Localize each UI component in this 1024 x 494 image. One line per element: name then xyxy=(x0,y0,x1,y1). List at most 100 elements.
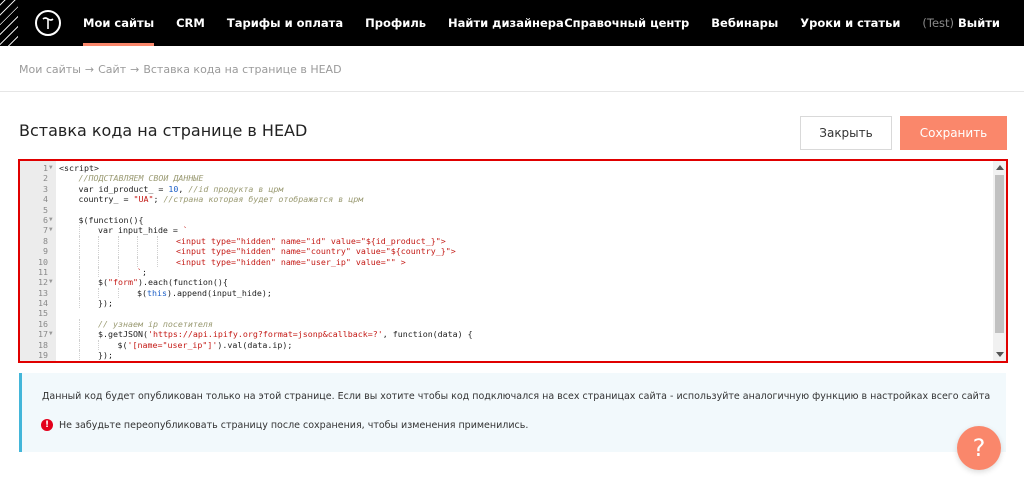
indent-guide xyxy=(117,287,119,299)
nav-help-center[interactable]: Справочный центр xyxy=(564,0,689,46)
indent-guide xyxy=(98,266,99,278)
code-line[interactable]: 12 ▼ $("form").each(function(){ xyxy=(20,277,992,288)
code-text: $(this).append(input_hide); xyxy=(137,288,272,298)
indent-guide xyxy=(78,350,80,361)
help-button[interactable]: ? xyxy=(957,426,1001,470)
code-line[interactable]: 6 ▼ $(function(){ xyxy=(20,215,992,225)
indent-guide xyxy=(137,235,138,247)
code-line[interactable]: 3 var id_product_ = 10, //id продукта в ц… xyxy=(20,184,992,194)
scroll-down-icon[interactable] xyxy=(996,352,1004,357)
indent-guide xyxy=(78,225,80,236)
line-number: 2 xyxy=(43,173,48,184)
nav-logout[interactable]: (Test) Выйти xyxy=(922,0,1000,46)
nav-profile[interactable]: Профиль xyxy=(365,0,426,46)
code-token: ).val(data.ip); xyxy=(217,339,293,350)
indent-guide xyxy=(137,246,138,257)
indent-guide xyxy=(98,339,99,351)
nav-webinars[interactable]: Вебинары xyxy=(711,0,778,46)
indent-guide xyxy=(98,256,99,267)
code-line[interactable]: 14}); xyxy=(20,298,992,309)
indent-guide xyxy=(78,246,80,257)
breadcrumb-separator: → xyxy=(84,63,95,76)
fold-arrow-icon[interactable]: ▼ xyxy=(49,277,53,287)
indent-guide xyxy=(156,256,158,267)
code-line[interactable]: 19}); xyxy=(20,350,992,361)
indent-guide xyxy=(78,318,80,330)
line-number: 15 xyxy=(38,308,48,319)
nav-my-sites[interactable]: Мои сайты xyxy=(83,0,155,46)
code-line[interactable]: 8 <input type="hidden" name="id" value="$… xyxy=(20,235,992,247)
code-token: //id продукта в црм xyxy=(188,183,284,194)
code-line[interactable]: 7 ▼ var input_hide = ` xyxy=(20,225,992,236)
code-line[interactable]: 17 ▼ $.getJSON('https://api.ipify.org?form… xyxy=(20,329,992,340)
code-token: var input_hide = xyxy=(98,225,183,236)
code-line[interactable]: 5 xyxy=(20,205,992,215)
code-line[interactable]: 15 xyxy=(20,308,992,318)
code-line[interactable]: 16 // узнаем ip посетителя xyxy=(20,318,992,330)
indent-guide xyxy=(117,246,119,257)
code-token: , function(data) { xyxy=(382,329,473,340)
code-token: '[name="user_ip"]' xyxy=(127,339,218,350)
fold-arrow-icon[interactable]: ▼ xyxy=(49,329,53,339)
code-line[interactable]: 1 ▼ <script> xyxy=(20,163,992,173)
code-text: <script> xyxy=(59,163,99,173)
code-token: }); xyxy=(98,350,113,361)
nav-lessons[interactable]: Уроки и статьи xyxy=(800,0,900,46)
code-text: var input_hide = ` xyxy=(98,225,188,235)
warning-icon: ! xyxy=(41,419,53,431)
code-line[interactable]: 2 //ПОДСТАВЛЯЕМ СВОИ ДАННЫЕ xyxy=(20,173,992,183)
indent-guide xyxy=(78,329,80,340)
editor-scrollbar[interactable] xyxy=(993,161,1006,361)
code-token: //ПОДСТАВЛЯЕМ СВОИ ДАННЫЕ xyxy=(78,173,204,184)
code-text: `; xyxy=(137,267,147,277)
code-token: ` xyxy=(182,225,188,236)
tilda-logo-icon[interactable] xyxy=(35,10,61,36)
nav-tariffs[interactable]: Тарифы и оплата xyxy=(227,0,343,46)
breadcrumb-site[interactable]: Сайт xyxy=(98,63,126,76)
indent-guide xyxy=(117,266,119,278)
scroll-up-icon[interactable] xyxy=(996,165,1004,170)
fold-arrow-icon[interactable]: ▼ xyxy=(49,215,53,225)
code-text: // узнаем ip посетителя xyxy=(98,319,213,329)
indent-guide xyxy=(78,287,80,299)
code-token: <input type="hidden" name="id" value="${… xyxy=(176,235,446,246)
line-number: 14 xyxy=(38,298,48,309)
code-editor[interactable]: 1 ▼ <script> 2//ПОДСТАВЛЯЕМ СВОИ ДАННЫЕ 3 var… xyxy=(18,159,1008,363)
code-text: $(function(){ xyxy=(79,215,144,225)
code-line[interactable]: 18 $('[name="user_ip"]').val(data.ip); xyxy=(20,339,992,351)
nav-crm[interactable]: CRM xyxy=(176,0,205,46)
logo-glyph-icon xyxy=(42,17,54,29)
indent-guide xyxy=(78,277,80,288)
code-text: //ПОДСТАВЛЯЕМ СВОИ ДАННЫЕ xyxy=(79,173,204,183)
code-token: $( xyxy=(117,339,128,350)
fold-arrow-icon[interactable]: ▼ xyxy=(49,163,53,173)
code-text: $.getJSON('https://api.ipify.org?format=… xyxy=(98,329,473,339)
code-token: $( xyxy=(98,277,108,288)
code-token: $.getJSON( xyxy=(98,329,148,340)
line-number: 10 xyxy=(38,256,48,267)
code-line[interactable]: 11 `; xyxy=(20,266,992,278)
breadcrumb-my-sites[interactable]: Мои сайты xyxy=(19,63,81,76)
code-line[interactable]: 4 country_ = "UA"; //страна которая будет… xyxy=(20,194,992,204)
code-token: ).append(input_hide); xyxy=(166,287,272,298)
code-line[interactable]: 9 <input type="hidden" name="country" val… xyxy=(20,246,992,257)
indent-guide xyxy=(117,256,119,267)
line-number: 5 xyxy=(43,204,48,215)
top-navigation: Мои сайты CRM Тарифы и оплата Профиль На… xyxy=(0,0,1024,46)
code-lines[interactable]: 1 ▼ <script> 2//ПОДСТАВЛЯЕМ СВОИ ДАННЫЕ 3 var… xyxy=(20,163,992,361)
save-button[interactable]: Сохранить xyxy=(900,116,1007,150)
line-number: 4 xyxy=(43,194,48,205)
page-title: Вставка кода на странице в HEAD xyxy=(19,121,308,140)
line-number: 13 xyxy=(38,287,48,298)
code-token: <input type="hidden" name="user_ip" valu… xyxy=(176,256,406,267)
scroll-thumb[interactable] xyxy=(995,175,1004,333)
fold-arrow-icon[interactable]: ▼ xyxy=(49,225,53,235)
indent-guide xyxy=(78,298,80,309)
code-token: ; xyxy=(153,194,164,205)
line-number: 11 xyxy=(38,266,48,277)
code-line[interactable]: 13 $(this).append(input_hide); xyxy=(20,287,992,299)
indent-guide xyxy=(98,246,99,257)
close-button[interactable]: Закрыть xyxy=(800,116,892,150)
code-line[interactable]: 10 <input type="hidden" name="user_ip" va… xyxy=(20,256,992,267)
code-token: $(function(){ xyxy=(78,214,144,225)
